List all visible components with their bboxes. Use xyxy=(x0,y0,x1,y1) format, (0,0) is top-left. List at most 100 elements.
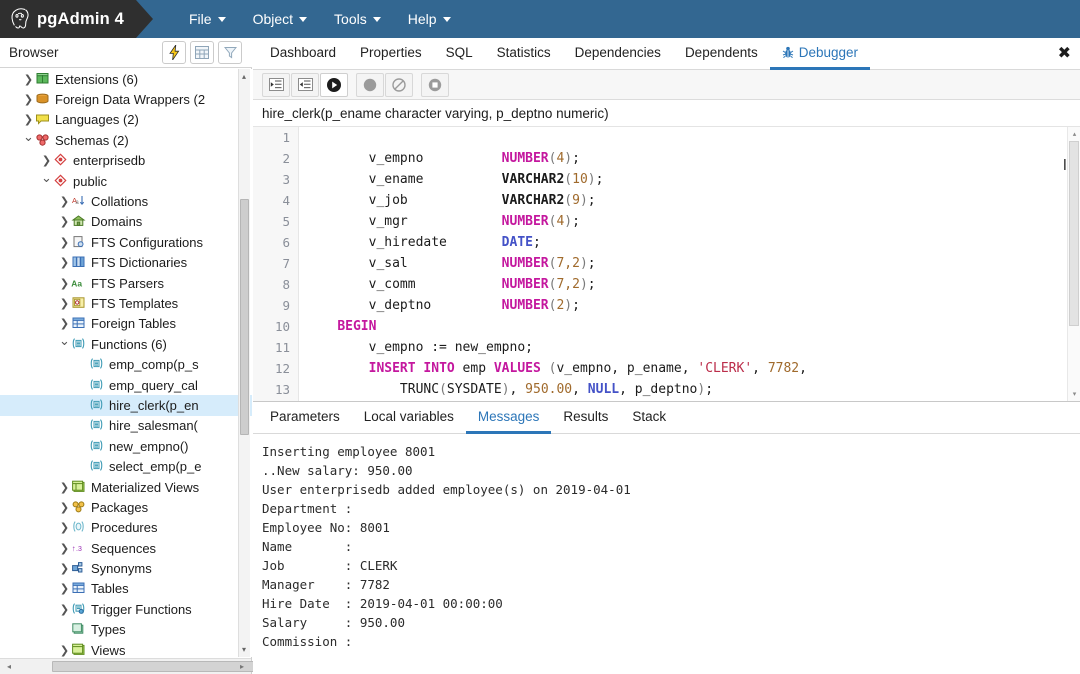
code-line[interactable]: v_job VARCHAR2(9); xyxy=(300,190,1080,211)
tree-item[interactable]: Types xyxy=(0,620,252,640)
tree-item[interactable]: select_emp(p_e xyxy=(0,456,252,476)
tree-item[interactable]: ❯AaFTS Parsers xyxy=(0,273,252,293)
clear-breakpoints-button[interactable] xyxy=(385,73,413,97)
stop-button[interactable] xyxy=(421,73,449,97)
sidebar-scroll-thumb[interactable] xyxy=(240,199,249,435)
scroll-left-icon[interactable]: ◂ xyxy=(2,660,16,674)
chevron-right-icon[interactable]: ❯ xyxy=(22,74,35,85)
sidebar-vertical-scrollbar[interactable] xyxy=(238,69,250,657)
scroll-up-icon[interactable]: ▴ xyxy=(239,71,249,82)
editor-scroll-thumb[interactable] xyxy=(1069,141,1079,326)
scroll-right-icon[interactable]: ▸ xyxy=(235,660,249,674)
tree-item[interactable]: ❯Synonyms xyxy=(0,558,252,578)
chevron-down-icon[interactable]: ⌄ xyxy=(22,131,35,144)
tree-item[interactable]: emp_query_cal xyxy=(0,375,252,395)
code-line[interactable]: BEGIN xyxy=(300,316,1080,337)
chevron-right-icon[interactable]: ❯ xyxy=(58,522,71,533)
code-line[interactable]: INSERT INTO emp VALUES (v_empno, p_ename… xyxy=(300,358,1080,379)
chevron-right-icon[interactable]: ❯ xyxy=(58,543,71,554)
editor-scroll-down-icon[interactable]: ▾ xyxy=(1070,390,1079,399)
tree-item[interactable]: hire_clerk(p_en xyxy=(0,395,252,415)
tree-item[interactable]: ❯Materialized Views xyxy=(0,477,252,497)
tree-item[interactable]: ❯Extensions (6) xyxy=(0,69,252,89)
tree-item[interactable]: ❯enterprisedb xyxy=(0,151,252,171)
object-tree[interactable]: ❯Extensions (6)❯Foreign Data Wrappers (2… xyxy=(0,69,252,657)
code-line[interactable]: v_empno NUMBER(4); xyxy=(300,148,1080,169)
tree-item[interactable]: ❯Tables xyxy=(0,579,252,599)
result-tab-local-variables[interactable]: Local variables xyxy=(352,405,466,434)
chevron-right-icon[interactable]: ❯ xyxy=(58,278,71,289)
toggle-breakpoint-button[interactable] xyxy=(356,73,384,97)
step-into-button[interactable] xyxy=(262,73,290,97)
tree-item[interactable]: ❯FTS Dictionaries xyxy=(0,253,252,273)
chevron-right-icon[interactable]: ❯ xyxy=(58,318,71,329)
result-tab-messages[interactable]: Messages xyxy=(466,405,552,434)
tree-item[interactable]: ❯Packages xyxy=(0,497,252,517)
code-line[interactable]: v_empno := new_empno; xyxy=(300,337,1080,358)
tree-item[interactable]: new_empno() xyxy=(0,436,252,456)
chevron-right-icon[interactable]: ❯ xyxy=(58,216,71,227)
tab-dashboard[interactable]: Dashboard xyxy=(258,41,348,70)
tree-item[interactable]: ❯Domains xyxy=(0,212,252,232)
menu-tools[interactable]: Tools xyxy=(323,6,392,33)
tree-item[interactable]: ❯Foreign Tables xyxy=(0,314,252,334)
chevron-right-icon[interactable]: ❯ xyxy=(22,114,35,125)
chevron-down-icon[interactable]: ⌄ xyxy=(58,335,71,348)
close-icon[interactable]: ✖ xyxy=(1058,45,1071,61)
tree-item[interactable]: ⌄public xyxy=(0,171,252,191)
tree-item[interactable]: emp_comp(p_s xyxy=(0,354,252,374)
chevron-right-icon[interactable]: ❯ xyxy=(58,604,71,615)
code-line[interactable]: v_ename VARCHAR2(10); xyxy=(300,169,1080,190)
tree-item[interactable]: ❯Views xyxy=(0,640,252,657)
tab-properties[interactable]: Properties xyxy=(348,41,434,70)
tree-item[interactable]: ❯Trigger Functions xyxy=(0,599,252,619)
chevron-down-icon[interactable]: ⌄ xyxy=(40,172,53,185)
code-line[interactable] xyxy=(300,127,1080,148)
code-line[interactable]: SELECT empno, ename, job, mgr, hiredate … xyxy=(300,400,1080,402)
chevron-right-icon[interactable]: ❯ xyxy=(22,94,35,105)
tree-item[interactable]: ❯AaCollations xyxy=(0,191,252,211)
tab-dependents[interactable]: Dependents xyxy=(673,41,770,70)
tree-item[interactable]: ⌄Functions (6) xyxy=(0,334,252,354)
menu-file[interactable]: File xyxy=(178,6,237,33)
tree-item[interactable]: ❯Procedures xyxy=(0,518,252,538)
code-editor[interactable]: 1234567891011121314 v_empno NUMBER(4); v… xyxy=(253,127,1080,402)
editor-scroll-up-icon[interactable]: ▴ xyxy=(1070,130,1079,139)
tree-item[interactable]: ❯FTS Configurations xyxy=(0,232,252,252)
tab-dependencies[interactable]: Dependencies xyxy=(563,41,673,70)
tree-item[interactable]: ❯Languages (2) xyxy=(0,110,252,130)
tree-item[interactable]: ❯↑.3Sequences xyxy=(0,538,252,558)
result-tab-parameters[interactable]: Parameters xyxy=(258,405,352,434)
code-line[interactable]: v_mgr NUMBER(4); xyxy=(300,211,1080,232)
tree-item[interactable]: hire_salesman( xyxy=(0,416,252,436)
tree-item[interactable]: ❯Foreign Data Wrappers (2 xyxy=(0,89,252,109)
result-tab-results[interactable]: Results xyxy=(551,405,620,434)
editor-code[interactable]: v_empno NUMBER(4); v_ename VARCHAR2(10);… xyxy=(300,127,1080,402)
menu-help[interactable]: Help xyxy=(397,6,462,33)
chevron-right-icon[interactable]: ❯ xyxy=(58,583,71,594)
chevron-right-icon[interactable]: ❯ xyxy=(58,563,71,574)
tree-item[interactable]: ⌄Schemas (2) xyxy=(0,130,252,150)
tree-item[interactable]: ❯FTS Templates xyxy=(0,293,252,313)
code-line[interactable]: v_deptno NUMBER(2); xyxy=(300,295,1080,316)
editor-vertical-scrollbar[interactable]: ▴ ▾ xyxy=(1067,127,1080,402)
chevron-right-icon[interactable]: ❯ xyxy=(58,502,71,513)
menu-object[interactable]: Object xyxy=(242,6,318,33)
result-tab-stack[interactable]: Stack xyxy=(620,405,678,434)
quick-link-button[interactable] xyxy=(162,41,186,64)
code-line[interactable]: TRUNC(SYSDATE), 950.00, NULL, p_deptno); xyxy=(300,379,1080,400)
tab-sql[interactable]: SQL xyxy=(434,41,485,70)
code-line[interactable]: v_sal NUMBER(7,2); xyxy=(300,253,1080,274)
continue-button[interactable] xyxy=(320,73,348,97)
sidebar-horizontal-scrollbar[interactable]: ◂ ▸ xyxy=(0,658,251,674)
code-line[interactable]: v_comm NUMBER(7,2); xyxy=(300,274,1080,295)
code-line[interactable]: v_hiredate DATE; xyxy=(300,232,1080,253)
chevron-right-icon[interactable]: ❯ xyxy=(58,196,71,207)
tab-statistics[interactable]: Statistics xyxy=(485,41,563,70)
chevron-right-icon[interactable]: ❯ xyxy=(58,257,71,268)
chevron-right-icon[interactable]: ❯ xyxy=(58,298,71,309)
chevron-right-icon[interactable]: ❯ xyxy=(58,237,71,248)
filter-button[interactable] xyxy=(218,41,242,64)
chevron-right-icon[interactable]: ❯ xyxy=(58,645,71,656)
chevron-right-icon[interactable]: ❯ xyxy=(58,482,71,493)
